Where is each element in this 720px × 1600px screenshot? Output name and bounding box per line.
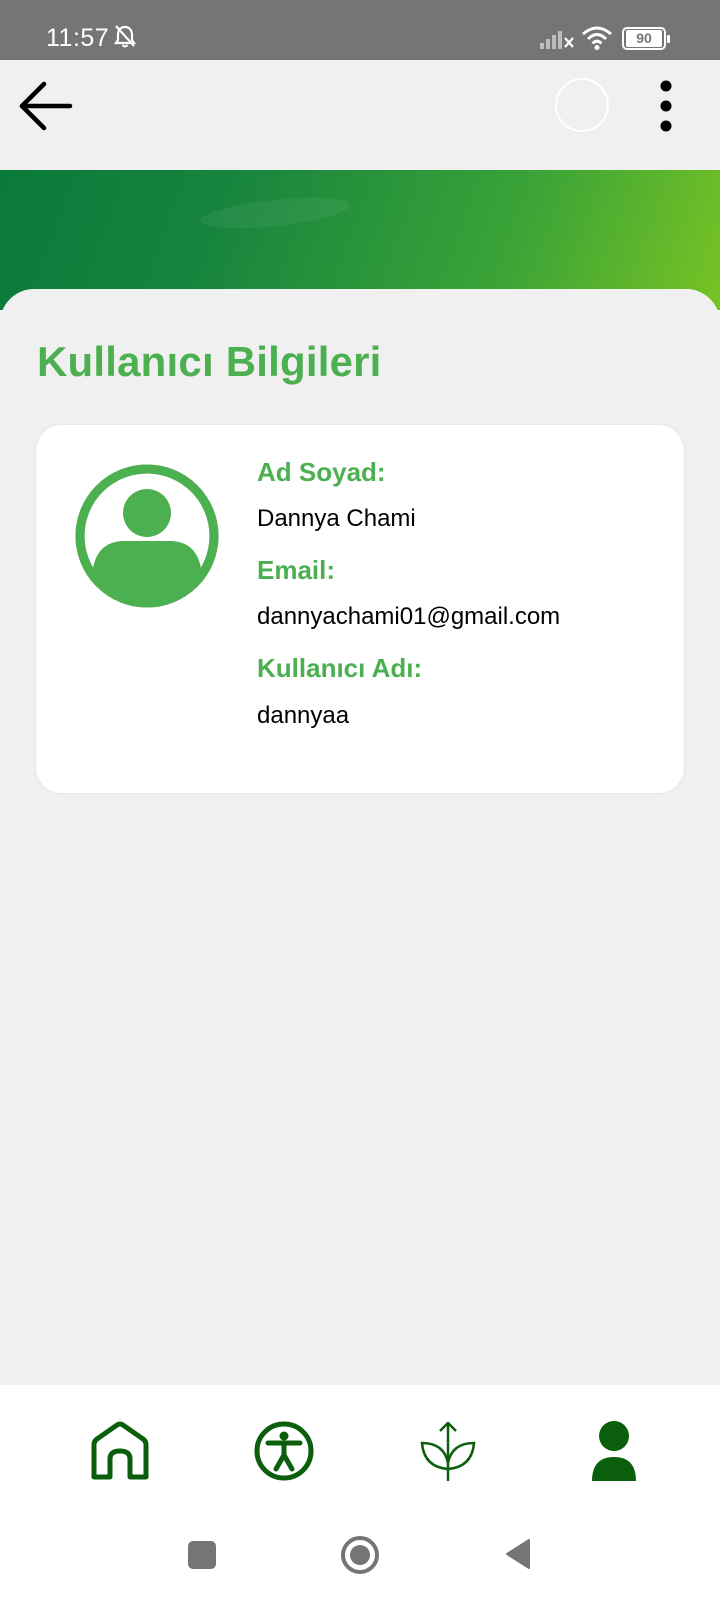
username-label: Kullanıcı Adı: bbox=[257, 653, 423, 683]
signal-off-icon bbox=[540, 28, 576, 55]
app-bar bbox=[0, 60, 720, 170]
home-icon bbox=[91, 1421, 149, 1480]
back-arrow-icon bbox=[19, 81, 73, 131]
bell-off-icon bbox=[113, 24, 137, 55]
name-value: Dannya Chami bbox=[257, 505, 416, 532]
user-avatar-icon bbox=[72, 461, 222, 611]
header-banner bbox=[0, 170, 720, 310]
recent-apps-button[interactable] bbox=[188, 1541, 216, 1569]
battery-icon: 90 bbox=[622, 27, 670, 50]
page-title: Kullanıcı Bilgileri bbox=[37, 338, 382, 385]
wifi-icon bbox=[581, 25, 613, 56]
name-label: Ad Soyad: bbox=[257, 457, 386, 487]
email-value: dannyachami01@gmail.com bbox=[257, 603, 561, 630]
triangle-back-icon bbox=[506, 1539, 530, 1569]
back-button[interactable] bbox=[14, 74, 78, 138]
battery-level: 90 bbox=[626, 30, 662, 47]
screen: 11:57 90 Kullanıcı Bilgileri Ad Soyad: D… bbox=[0, 0, 720, 1600]
profile-circle[interactable] bbox=[555, 78, 609, 132]
username-value: dannyaa bbox=[257, 702, 350, 729]
nav-home[interactable] bbox=[88, 1419, 152, 1483]
profile-icon bbox=[592, 1421, 636, 1481]
accessibility-icon bbox=[254, 1421, 314, 1481]
nav-plant[interactable] bbox=[416, 1419, 480, 1483]
email-label: Email: bbox=[257, 555, 336, 585]
bottom-navigation bbox=[0, 1385, 720, 1505]
status-bar: 11:57 90 bbox=[0, 0, 720, 60]
nav-accessibility[interactable] bbox=[252, 1419, 316, 1483]
status-time: 11:57 bbox=[46, 24, 110, 52]
nav-profile[interactable] bbox=[582, 1419, 646, 1483]
more-vertical-icon bbox=[660, 80, 672, 132]
plant-growth-icon bbox=[420, 1421, 476, 1481]
system-home-button[interactable] bbox=[341, 1536, 379, 1574]
more-options-button[interactable] bbox=[642, 74, 690, 138]
system-back-button[interactable] bbox=[505, 1538, 531, 1575]
user-info-card: Ad Soyad: Dannya Chami Email: dannyacham… bbox=[36, 425, 684, 793]
system-navigation bbox=[0, 1505, 720, 1600]
